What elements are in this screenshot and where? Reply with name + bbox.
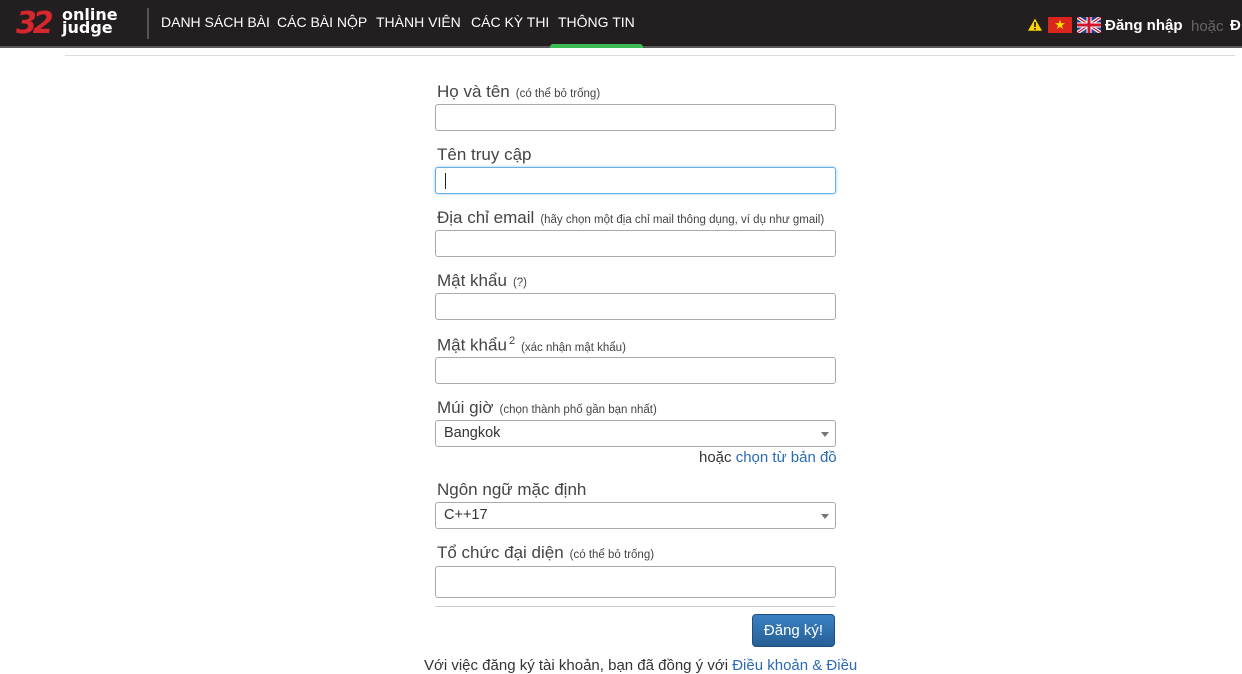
timezone-map-line: hoặc chọn từ bản đồ bbox=[699, 449, 837, 466]
timezone-hint: (chọn thành phố gần bạn nhất) bbox=[499, 404, 657, 416]
terms-link[interactable]: Điều khoản & Điều bbox=[732, 657, 857, 674]
password-input[interactable] bbox=[435, 293, 836, 320]
form-divider bbox=[435, 606, 835, 607]
fullname-label: Họ và tên (có thể bỏ trống) bbox=[437, 82, 600, 102]
nav-item-contests[interactable]: CÁC KỲ THI bbox=[471, 0, 549, 46]
logo-text: online judge bbox=[62, 7, 118, 37]
content-divider bbox=[65, 55, 1235, 56]
chevron-down-icon bbox=[821, 514, 829, 519]
warning-icon[interactable] bbox=[1027, 17, 1043, 32]
timezone-selected: Bangkok bbox=[444, 425, 501, 441]
password-confirm-hint: (xác nhận mật khẩu) bbox=[521, 341, 626, 354]
organization-label: Tổ chức đại diện (có thể bỏ trống) bbox=[437, 543, 654, 563]
email-input[interactable] bbox=[435, 230, 836, 257]
password-confirm-input[interactable] bbox=[435, 357, 836, 384]
username-label: Tên truy cập bbox=[437, 145, 532, 165]
login-link[interactable]: Đăng nhập bbox=[1105, 17, 1183, 34]
terms-prefix: Với việc đăng ký tài khoản, bạn đã đồng … bbox=[424, 657, 729, 674]
vietnam-flag-icon[interactable]: ★ bbox=[1048, 17, 1072, 33]
site-logo[interactable]: 32 online judge bbox=[16, 6, 131, 41]
organization-input[interactable] bbox=[435, 566, 836, 598]
top-navbar: 32 online judge DANH SÁCH BÀI CÁC BÀI NỘ… bbox=[0, 0, 1242, 48]
fullname-input[interactable] bbox=[435, 104, 836, 131]
terms-notice: Với việc đăng ký tài khoản, bạn đã đồng … bbox=[424, 657, 857, 674]
logo-divider bbox=[147, 8, 149, 39]
uk-flag-icon[interactable] bbox=[1077, 17, 1101, 33]
password-confirm-sup: 2 bbox=[508, 335, 516, 347]
organization-hint: (có thể bỏ trống) bbox=[569, 549, 655, 561]
username-label-text: Tên truy cập bbox=[437, 145, 532, 164]
nav-or-text: hoặc bbox=[1191, 18, 1224, 35]
fullname-label-text: Họ và tên bbox=[437, 82, 510, 101]
language-selected: C++17 bbox=[444, 507, 488, 523]
choose-from-map-link[interactable]: chọn từ bản đồ bbox=[736, 449, 837, 466]
password-confirm-label-text: Mật khẩu bbox=[437, 335, 507, 355]
register-link[interactable]: Đ bbox=[1230, 17, 1241, 34]
timezone-label: Múi giờ (chọn thành phố gần bạn nhất) bbox=[437, 398, 657, 418]
nav-item-problems[interactable]: DANH SÁCH BÀI bbox=[161, 0, 270, 46]
password-help-link[interactable]: (?) bbox=[513, 277, 527, 289]
language-label-text: Ngôn ngữ mặc định bbox=[437, 480, 587, 499]
password-confirm-label: Mật khẩu 2 (xác nhận mật khẩu) bbox=[437, 335, 626, 356]
nav-item-about[interactable]: THÔNG TIN bbox=[550, 0, 643, 48]
email-hint: (hãy chọn một địa chỉ mail thông dụng, v… bbox=[540, 214, 825, 226]
email-label: Địa chỉ email (hãy chọn một địa chỉ mail … bbox=[437, 208, 824, 228]
timezone-select[interactable]: Bangkok bbox=[435, 420, 836, 447]
password-label-text: Mật khẩu bbox=[437, 271, 507, 290]
email-label-text: Địa chỉ email bbox=[437, 208, 535, 227]
logo-line-judge: judge bbox=[62, 18, 113, 37]
chevron-down-icon bbox=[821, 432, 829, 437]
fullname-hint: (có thể bỏ trống) bbox=[515, 88, 601, 100]
map-prefix: hoặc bbox=[699, 449, 732, 466]
password-label: Mật khẩu (?) bbox=[437, 271, 527, 291]
language-label: Ngôn ngữ mặc định bbox=[437, 480, 586, 500]
organization-label-text: Tổ chức đại diện bbox=[437, 543, 564, 562]
timezone-label-text: Múi giờ bbox=[437, 398, 494, 417]
register-button[interactable]: Đăng ký! bbox=[752, 614, 835, 647]
nav-item-users[interactable]: THÀNH VIÊN bbox=[376, 0, 461, 46]
nav-item-submissions[interactable]: CÁC BÀI NỘP bbox=[277, 0, 367, 46]
username-input[interactable] bbox=[435, 167, 836, 194]
language-select[interactable]: C++17 bbox=[435, 502, 836, 529]
logo-number: 32 bbox=[16, 6, 54, 41]
text-caret bbox=[445, 173, 446, 189]
